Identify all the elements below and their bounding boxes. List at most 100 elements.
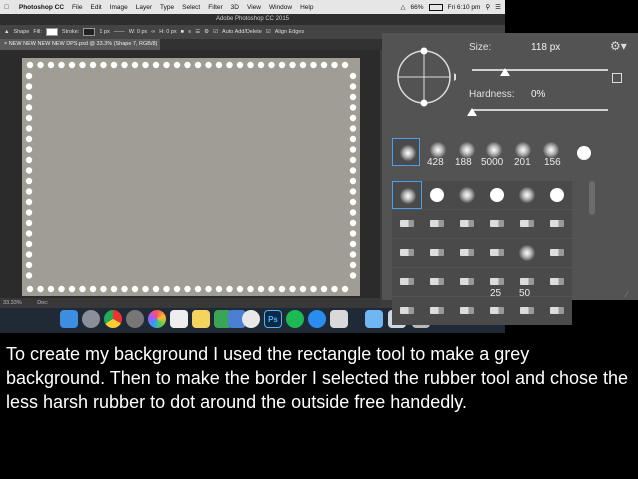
hardness-value[interactable]: 0% — [531, 89, 545, 100]
menu-type[interactable]: Type — [156, 4, 178, 11]
chrome-icon[interactable] — [104, 310, 122, 328]
notes-icon[interactable] — [192, 310, 210, 328]
brush-preset-cell[interactable] — [452, 181, 482, 209]
brush-preset-cell[interactable] — [482, 297, 512, 325]
brush-preset-cell[interactable] — [482, 181, 512, 209]
border-dot — [25, 156, 33, 164]
brush-preset-cell[interactable] — [452, 210, 482, 238]
search-icon[interactable]: ⚲ — [485, 3, 490, 11]
brush-preset-cell[interactable] — [422, 239, 452, 267]
auto-add-checkbox[interactable]: ☑ — [213, 29, 218, 35]
brush-preset-cell[interactable] — [542, 239, 572, 267]
recent-brush-selected[interactable] — [392, 138, 420, 166]
link-icon[interactable]: ∞ — [151, 29, 155, 35]
brush-preset-cell[interactable] — [542, 297, 572, 325]
menu-help[interactable]: Help — [296, 4, 317, 11]
menu-3d[interactable]: 3D — [227, 4, 243, 11]
apple-icon[interactable]:  — [0, 4, 13, 11]
menu-view[interactable]: View — [243, 4, 265, 11]
itunes-icon[interactable] — [242, 310, 260, 328]
width-field[interactable]: W: 0 px — [129, 29, 148, 35]
brush-angle-dial-icon[interactable] — [392, 45, 456, 109]
recent-brush-soft[interactable] — [459, 142, 475, 158]
height-field[interactable]: H: 0 px — [159, 29, 176, 35]
menu-layer[interactable]: Layer — [132, 4, 156, 11]
menu-select[interactable]: Select — [178, 4, 204, 11]
brush-preset-cell[interactable] — [422, 268, 452, 296]
brush-preset-cell[interactable] — [392, 268, 422, 296]
photos-icon[interactable] — [148, 310, 166, 328]
finder-icon[interactable] — [60, 310, 78, 328]
stroke-size[interactable]: 1 px — [99, 29, 109, 35]
hardness-slider-track[interactable] — [472, 109, 608, 111]
menu-file[interactable]: File — [68, 4, 86, 11]
path-align-icon[interactable]: ≡ — [188, 29, 191, 35]
list-icon[interactable]: ☰ — [495, 3, 501, 11]
settings-icon[interactable] — [126, 310, 144, 328]
wifi-icon[interactable]: △ — [401, 3, 406, 11]
brush-preset-cell[interactable] — [512, 239, 542, 267]
brush-preset-cell[interactable] — [482, 239, 512, 267]
photoshop-icon[interactable]: Ps — [264, 310, 282, 328]
brush-preset-cell[interactable] — [482, 210, 512, 238]
preview-icon[interactable] — [330, 310, 348, 328]
brush-preset-cell[interactable] — [422, 297, 452, 325]
menu-edit[interactable]: Edit — [87, 4, 106, 11]
recent-brush-soft[interactable] — [515, 142, 531, 158]
tool-preset-icon[interactable]: ▲ — [4, 29, 9, 35]
brush-preset-cell[interactable] — [452, 239, 482, 267]
size-slider-track[interactable] — [472, 69, 608, 71]
brush-preset-cell[interactable] — [512, 297, 542, 325]
recent-brush-hard[interactable] — [577, 146, 591, 160]
app-menu[interactable]: Photoshop CC — [13, 4, 68, 11]
recent-brush-soft[interactable] — [543, 142, 559, 158]
spotify-icon[interactable] — [286, 310, 304, 328]
zoom-level[interactable]: 33.33% — [3, 300, 22, 306]
brush-preset-cell[interactable] — [392, 239, 422, 267]
path-ops-icon[interactable]: ■ — [181, 29, 184, 35]
document-tab[interactable]: × NEW NEW NEW NEW DPS.psd @ 33.3% (Shape… — [0, 39, 160, 58]
size-slider-thumb[interactable] — [499, 68, 510, 76]
brush-preset-cell[interactable] — [542, 210, 572, 238]
folder-icon[interactable] — [365, 310, 383, 328]
border-dot — [349, 167, 357, 174]
recent-brush-soft[interactable] — [430, 142, 446, 158]
brush-preset-cell[interactable] — [512, 181, 542, 209]
brush-grid-scrollbar[interactable] — [589, 181, 595, 215]
panel-gear-icon[interactable]: ⚙▾ — [610, 39, 627, 53]
align-edges-checkbox[interactable]: ☑ — [266, 29, 271, 35]
battery-icon[interactable] — [428, 3, 443, 11]
size-value[interactable]: 118 px — [531, 42, 560, 53]
stroke-style-icon[interactable]: —— — [114, 29, 125, 35]
border-dot — [349, 177, 357, 185]
brush-preset-cell[interactable] — [542, 268, 572, 296]
brush-preset-cell[interactable] — [512, 210, 542, 238]
doc-info[interactable]: Doc: — [37, 300, 48, 306]
menu-image[interactable]: Image — [106, 4, 132, 11]
path-arrange-icon[interactable]: ☰ — [195, 29, 200, 35]
resize-grip-icon[interactable]: ∕ — [626, 290, 627, 299]
brush-preset-cell[interactable] — [542, 181, 572, 209]
gear-icon[interactable]: ⚙ — [204, 29, 209, 35]
brush-preset-cell[interactable] — [452, 268, 482, 296]
fill-swatch[interactable] — [45, 28, 58, 36]
hardness-slider-thumb[interactable] — [467, 108, 477, 116]
brush-preset-cell[interactable] — [422, 181, 452, 209]
document-canvas[interactable] — [22, 58, 360, 296]
menu-window[interactable]: Window — [265, 4, 296, 11]
calendar-icon[interactable] — [170, 310, 188, 328]
launchpad-icon[interactable] — [82, 310, 100, 328]
menu-filter[interactable]: Filter — [204, 4, 226, 11]
brush-tip-icon — [430, 278, 444, 285]
brush-preset-cell[interactable] — [392, 297, 422, 325]
clock[interactable]: Fri 6:10 pm — [448, 4, 481, 11]
app-store-icon[interactable] — [308, 310, 326, 328]
brush-preset-cell[interactable] — [422, 210, 452, 238]
brush-preset-cell[interactable] — [392, 181, 422, 209]
recent-brush-soft[interactable] — [486, 142, 502, 158]
brush-preset-cell[interactable] — [452, 297, 482, 325]
new-preset-icon[interactable] — [612, 73, 622, 83]
stroke-swatch[interactable] — [83, 28, 96, 36]
brush-preset-cell[interactable] — [392, 210, 422, 238]
tool-mode-select[interactable]: Shape — [13, 29, 29, 35]
